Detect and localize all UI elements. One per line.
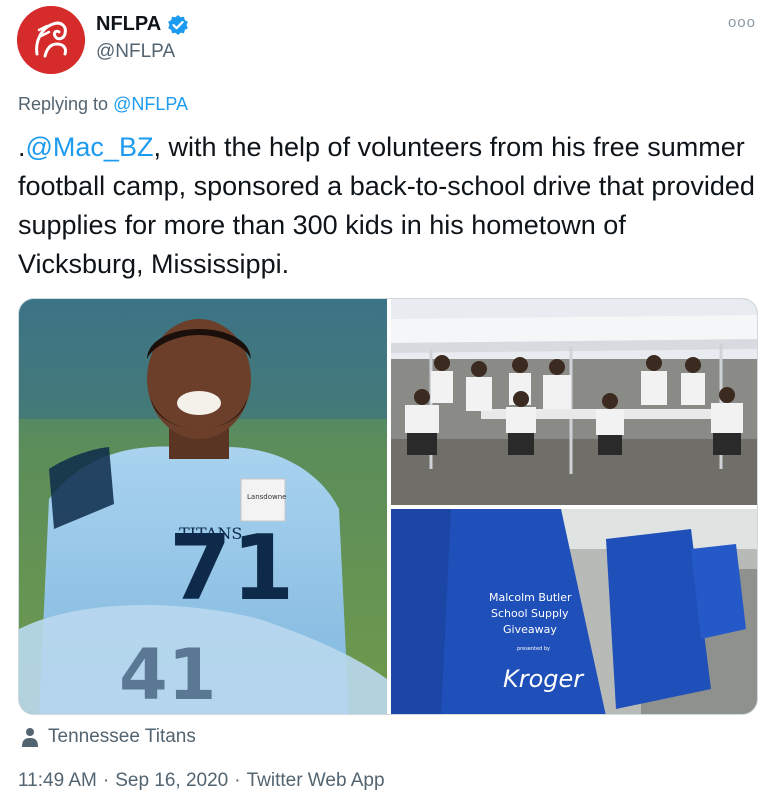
svg-text:41: 41 — [119, 634, 216, 715]
bag-text-line2: School Supply — [491, 607, 569, 620]
person-icon — [22, 727, 38, 747]
name-row: NFLPA — [96, 13, 189, 36]
meta-separator: · — [102, 770, 110, 791]
photo-player[interactable]: 71 TITANS Lansdowne 41 — [19, 299, 387, 715]
replying-to-prefix: Replying to — [18, 94, 114, 114]
replying-to: Replying to @NFLPA — [18, 94, 188, 115]
verified-badge-icon — [167, 14, 189, 36]
display-name[interactable]: NFLPA — [96, 13, 161, 36]
more-options-icon[interactable]: ooo — [728, 14, 756, 31]
leading-dot: . — [18, 132, 26, 162]
replying-to-handle-link[interactable]: @NFLPA — [113, 94, 188, 114]
account-handle[interactable]: @NFLPA — [96, 41, 175, 63]
avatar[interactable] — [17, 6, 85, 74]
jersey-label: TITANS — [179, 524, 242, 543]
tagged-label: Tennessee Titans — [48, 726, 196, 747]
bag-text-line3: Giveaway — [503, 623, 557, 636]
nflpa-logo-icon — [17, 6, 85, 74]
tweet-time[interactable]: 11:49 AM — [18, 770, 97, 792]
photo-volunteers[interactable] — [391, 299, 757, 505]
tagged-people[interactable]: Tennessee Titans — [22, 726, 196, 748]
photo-supply-bags[interactable]: Malcolm Butler School Supply Giveaway pr… — [391, 509, 757, 714]
bag-text-line1: Malcolm Butler — [489, 591, 572, 604]
bag-text-line4: presented by — [517, 646, 550, 652]
meta-separator: · — [234, 770, 241, 791]
mention-link[interactable]: @Mac_BZ — [26, 132, 154, 162]
media-grid: 71 TITANS Lansdowne 41 Malcolm Butler Sc… — [18, 298, 758, 715]
name-tag: Lansdowne — [247, 493, 286, 501]
tweet-meta: 11:49 AM · Sep 16, 2020 · Twitter Web Ap… — [18, 770, 385, 792]
bag-brand: Kroger — [503, 665, 585, 693]
tweet-date[interactable]: Sep 16, 2020 — [115, 770, 228, 792]
tweet-source[interactable]: Twitter Web App — [247, 770, 385, 792]
tweet-text: .@Mac_BZ, with the help of volunteers fr… — [18, 128, 758, 284]
tweet: NFLPA @NFLPA ooo Replying to @NFLPA .@Ma… — [0, 0, 774, 806]
